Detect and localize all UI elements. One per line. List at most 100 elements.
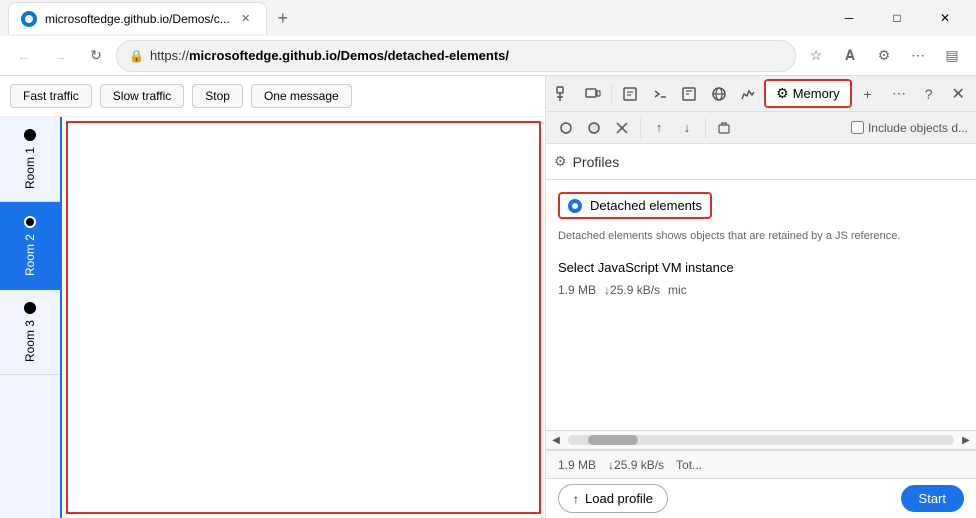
include-objects-input[interactable]	[851, 121, 864, 134]
one-message-button[interactable]: One message	[251, 84, 352, 108]
download-icon[interactable]: ↓	[675, 116, 699, 140]
more-tools-icon[interactable]: ⋯	[885, 80, 913, 108]
lock-icon: 🔒	[129, 49, 144, 63]
new-tab-button[interactable]: +	[267, 2, 299, 34]
url-display: https://microsoftedge.github.io/Demos/de…	[150, 48, 783, 63]
devtools-main: Detached elements Detached elements show…	[546, 180, 976, 430]
browser-menu-button[interactable]: ⋯	[902, 40, 934, 72]
profiles-bar: ⚙ Profiles	[546, 144, 976, 180]
record-icon[interactable]	[554, 116, 578, 140]
load-profile-label: Load profile	[585, 491, 653, 506]
start-button[interactable]: Start	[901, 485, 964, 512]
detached-elements-label: Detached elements	[590, 198, 702, 213]
vm-title: Select JavaScript VM instance	[558, 260, 964, 275]
tab-favicon	[21, 11, 37, 27]
help-icon[interactable]: ?	[915, 80, 943, 108]
window-controls: ─ □ ✕	[826, 2, 968, 34]
detached-elements-description: Detached elements shows objects that are…	[546, 225, 976, 252]
demo-content: Room 1 Room 2 Room 3	[0, 117, 545, 518]
status-tot: Tot...	[676, 458, 702, 472]
scroll-track[interactable]	[568, 435, 954, 445]
include-objects-checkbox[interactable]: Include objects d...	[851, 121, 968, 135]
active-tab[interactable]: microsoftedge.github.io/Demos/c... ✕	[8, 2, 267, 34]
profiles-icon: ⚙	[554, 153, 567, 170]
rooms-sidebar: Room 1 Room 2 Room 3	[0, 117, 62, 518]
vm-memory-value: 1.9 MB	[558, 283, 596, 297]
sources-panel-icon[interactable]	[675, 80, 703, 108]
forward-button[interactable]: →	[44, 40, 76, 72]
tab-bar: microsoftedge.github.io/Demos/c... ✕ +	[8, 2, 820, 34]
console-panel-icon[interactable]	[646, 80, 674, 108]
tab-close-button[interactable]: ✕	[238, 11, 254, 27]
room-3-dot	[24, 302, 36, 314]
favorites-button[interactable]: ☆	[800, 40, 832, 72]
maximize-button[interactable]: □	[874, 2, 920, 34]
slow-traffic-button[interactable]: Slow traffic	[100, 84, 184, 108]
address-input[interactable]: 🔒 https://microsoftedge.github.io/Demos/…	[116, 40, 796, 72]
reload-button[interactable]: ↻	[80, 40, 112, 72]
include-objects-label: Include objects d...	[868, 121, 968, 135]
room-1-dot	[24, 129, 36, 141]
devtools-toolbar: ⚙ Memory + ⋯ ? ✕	[546, 76, 976, 112]
devtools-toolbar2: ↑ ↓ Include objects d...	[546, 112, 976, 144]
status-mb: 1.9 MB	[558, 458, 596, 472]
content-spacer	[546, 309, 976, 430]
room-3-label: Room 3	[23, 320, 37, 362]
demo-toolbar: Fast traffic Slow traffic Stop One messa…	[0, 76, 545, 117]
room-2-label: Room 2	[23, 234, 37, 276]
stop-record-icon[interactable]	[582, 116, 606, 140]
elements-panel-icon[interactable]	[616, 80, 644, 108]
scroll-left-button[interactable]: ◀	[546, 430, 566, 450]
back-button[interactable]: ←	[8, 40, 40, 72]
fast-traffic-button[interactable]: Fast traffic	[10, 84, 92, 108]
status-kbs: ↓25.9 kB/s	[608, 458, 664, 472]
stop-button[interactable]: Stop	[192, 84, 243, 108]
toolbar2-sep	[640, 118, 641, 138]
close-button[interactable]: ✕	[922, 2, 968, 34]
vm-mic-value: mic	[668, 283, 687, 297]
scroll-right-button[interactable]: ▶	[956, 430, 976, 450]
chat-border	[66, 121, 541, 514]
read-aloud-button[interactable]: 𝐀	[834, 40, 866, 72]
load-profile-button[interactable]: ↑ Load profile	[558, 484, 668, 513]
radio-inner	[572, 203, 578, 209]
performance-panel-icon[interactable]	[735, 80, 763, 108]
devtools-status-bar: 1.9 MB ↓25.9 kB/s Tot...	[546, 450, 976, 478]
room-3-item[interactable]: Room 3	[0, 290, 60, 375]
memory-icon: ⚙	[776, 85, 789, 102]
extensions-button[interactable]: ⚙	[868, 40, 900, 72]
sidebar-button[interactable]: ▤	[936, 40, 968, 72]
delete-icon[interactable]	[712, 116, 736, 140]
room-2-item[interactable]: Room 2	[0, 202, 60, 290]
title-bar: microsoftedge.github.io/Demos/c... ✕ + ─…	[0, 0, 976, 36]
tab-title: microsoftedge.github.io/Demos/c...	[45, 12, 230, 26]
clear-icon[interactable]	[610, 116, 634, 140]
horizontal-scrollbar[interactable]: ◀ ▶	[546, 430, 976, 450]
scroll-thumb[interactable]	[588, 435, 638, 445]
devtools-panel: ⚙ Memory + ⋯ ? ✕ ↑ ↓	[546, 76, 976, 518]
vm-row[interactable]: 1.9 MB ↓25.9 kB/s mic	[558, 279, 964, 301]
inspect-element-icon[interactable]	[550, 80, 578, 108]
network-panel-icon[interactable]	[705, 80, 733, 108]
detached-section: Detached elements	[546, 180, 976, 225]
devtools-bottom-bar: ↑ Load profile Start	[546, 478, 976, 518]
device-toolbar-icon[interactable]	[580, 80, 608, 108]
devtools-close-button[interactable]: ✕	[944, 80, 972, 108]
room-1-item[interactable]: Room 1	[0, 117, 60, 202]
detached-radio-dot	[568, 199, 582, 213]
load-profile-icon: ↑	[573, 492, 579, 506]
memory-tab[interactable]: ⚙ Memory	[764, 79, 852, 108]
upload-icon[interactable]: ↑	[647, 116, 671, 140]
vm-section: Select JavaScript VM instance 1.9 MB ↓25…	[546, 252, 976, 309]
room-2-dot	[24, 216, 36, 228]
detached-elements-option[interactable]: Detached elements	[558, 192, 712, 219]
minimize-button[interactable]: ─	[826, 2, 872, 34]
vm-kbs-value: ↓25.9 kB/s	[604, 283, 660, 297]
toolbar2-sep2	[705, 118, 706, 138]
toolbar-separator-1	[611, 84, 612, 104]
address-bar-actions: ☆ 𝐀 ⚙ ⋯ ▤	[800, 40, 968, 72]
chat-area	[62, 117, 545, 518]
plus-panel-icon[interactable]: +	[854, 80, 882, 108]
memory-tab-label: Memory	[793, 86, 840, 101]
room-1-label: Room 1	[23, 147, 37, 189]
